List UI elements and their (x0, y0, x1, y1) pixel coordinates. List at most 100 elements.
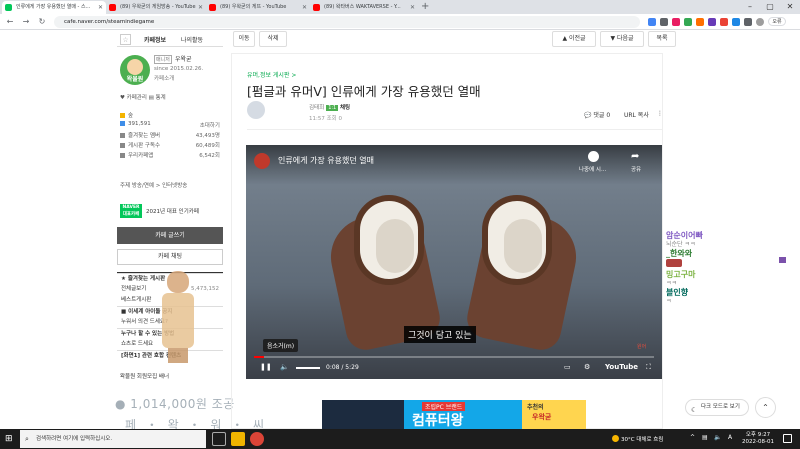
chrome-icon[interactable] (250, 432, 264, 446)
side-banner[interactable]: 왁물원 회원모집 배너 (120, 372, 226, 380)
windows-start-icon[interactable]: ⊞ (5, 434, 13, 444)
copy-url-button[interactable]: URL 복사 (624, 110, 649, 119)
video-title[interactable]: 인류에게 가장 유용했던 열매 (278, 155, 374, 166)
cafe-admin-links[interactable]: ♥ 카페관리 ▤ 통계 (120, 93, 166, 101)
mute-tooltip: 음소거(m) (263, 339, 299, 352)
volume-icon[interactable]: 🔈 (714, 434, 721, 441)
next-post-button[interactable]: ▼ 다음글 (600, 31, 644, 47)
browser-tab[interactable]: 인류에게 가장 유용했던 열매 - 스... ✕ (2, 1, 106, 14)
watch-later-label[interactable]: 나중에 시... (579, 165, 606, 173)
watch-later-icon[interactable] (588, 151, 599, 162)
new-tab-button[interactable]: + (421, 1, 429, 13)
tray-overflow-icon[interactable]: ^ (690, 434, 695, 441)
taskbar-clock[interactable]: 오후 9:27 2022-08-01 (742, 432, 774, 446)
naver-badge: NAVER 대표카페 (120, 204, 142, 218)
maximize-button[interactable]: ▢ (760, 0, 780, 14)
comment-count-button[interactable]: 💬 댓글 0 (584, 110, 610, 119)
cafe-logo[interactable]: 왁물원 (120, 55, 150, 85)
close-icon[interactable]: ✕ (410, 1, 415, 14)
close-icon[interactable]: ✕ (302, 1, 307, 14)
manager-name[interactable]: 우왁굳 (175, 54, 192, 63)
fullscreen-icon[interactable]: ⛶ (646, 363, 651, 372)
browser-tab[interactable]: (89) 왁타버스 WAKTAVERSE - Y... ✕ (310, 1, 418, 14)
minimize-button[interactable]: – (740, 0, 760, 14)
share-label[interactable]: 공유 (631, 165, 641, 173)
author-info[interactable]: 김태희 1:1 채팅 (309, 103, 350, 111)
video-subtitle: 그것이 담고 있는 (404, 326, 476, 343)
cafe-since: since 2015.02.26. (154, 66, 204, 72)
back-icon[interactable]: ← (4, 16, 16, 28)
star-icon[interactable]: ☆ (120, 34, 131, 45)
extension-icon[interactable] (708, 18, 716, 26)
cafe-stats: 숲 391,591 초대하기 즐겨찾는 멤버 43,493명 게시판 구독수 60,4… (120, 111, 220, 161)
move-button[interactable]: 이동 (233, 31, 255, 47)
extension-icon[interactable] (684, 18, 692, 26)
close-icon[interactable]: ✕ (98, 1, 103, 14)
tab-cafe-info[interactable]: 카페정보 (144, 35, 166, 44)
extension-icon[interactable] (732, 18, 740, 26)
character-sticker (158, 271, 198, 363)
youtube-icon (109, 4, 116, 11)
network-icon[interactable]: ▤ (702, 434, 708, 441)
youtube-player[interactable]: 인류에게 가장 유용했던 열매 나중에 시... ➦ 공유 그것이 담고 있는 … (246, 145, 662, 379)
chat-username: _한와와 (666, 249, 693, 258)
cafe-chat-button[interactable]: 카페 채팅 (117, 249, 223, 265)
cafe-intro-link[interactable]: 카페소개 (154, 74, 174, 82)
extension-icon[interactable] (696, 18, 704, 26)
chat-badge-icon (779, 257, 786, 263)
list-button[interactable]: 목록 (648, 31, 676, 47)
close-window-button[interactable]: ✕ (780, 0, 800, 14)
reload-icon[interactable]: ↻ (36, 16, 48, 28)
share-icon[interactable]: ➦ (631, 151, 639, 162)
article-title: [펌글과 유머ᐯ] 인류에게 가장 유용했던 열매 (247, 84, 481, 99)
subtitles-icon[interactable]: ▭ (564, 363, 571, 371)
board-category-link[interactable]: 유머,정보 게시판 > (247, 70, 296, 79)
address-bar[interactable]: cafe.naver.com/steamindiegame (54, 16, 640, 28)
chat-message (666, 259, 746, 270)
tab-my-activity[interactable]: 나의활동 (181, 35, 203, 44)
invite-button[interactable]: 초대하기 (200, 121, 220, 129)
notification-icon[interactable] (783, 434, 792, 443)
stat-row: 391,591 초대하기 (120, 121, 220, 131)
prev-post-button[interactable]: ▲ 이전글 (552, 31, 596, 47)
write-post-button[interactable]: 카페 글쓰기 (117, 227, 223, 244)
extension-icon[interactable] (672, 18, 680, 26)
browser-tab[interactable]: (89) 우왁굳의 게뜨 - YouTube ✕ (206, 1, 310, 14)
volume-slider[interactable] (296, 367, 320, 369)
extension-icon[interactable] (648, 18, 656, 26)
taskbar-search[interactable]: ⌕ 검색하려면 여기에 입력하십시오. (20, 430, 206, 448)
forward-icon[interactable]: → (20, 16, 32, 28)
settings-icon[interactable]: ⚙ (584, 363, 590, 371)
youtube-logo[interactable]: YouTube (605, 363, 638, 371)
chat-username: 암순이어빠 (666, 231, 703, 240)
page: ☆ 카페정보 나의활동 왁물원 매니저 우왁굳 since 2015.02.26… (0, 31, 800, 429)
donation-overlay: ● 1,014,000원 조공 (115, 397, 235, 411)
file-explorer-icon[interactable] (231, 432, 245, 446)
puzzle-icon[interactable] (744, 18, 752, 26)
corner-text: 원어 (637, 344, 647, 350)
more-options-button[interactable]: ⋮ (657, 110, 663, 117)
delete-button[interactable]: 삭제 (259, 31, 287, 47)
close-icon[interactable]: ✕ (198, 1, 203, 14)
browser-tab[interactable]: (89) 우왁굳의 게임방송 - YouTube ✕ (106, 1, 206, 14)
extension-icon[interactable] (660, 18, 668, 26)
avatar[interactable] (756, 18, 764, 26)
scroll-to-top-button[interactable]: ⌃ (755, 397, 776, 418)
channel-avatar[interactable] (254, 153, 270, 169)
ad-banner[interactable]: 조립PC 브랜드 컴퓨터왕 추천의 우왁굳 (322, 400, 586, 429)
cafe-award: 2021년 대표 인기카페 (146, 209, 199, 215)
windows-taskbar: ⊞ ⌕ 검색하려면 여기에 입력하십시오. 30°C 대체로 흐림 ^ ▤ 🔈 … (0, 429, 800, 449)
chat-username: 밍고구마 (666, 270, 696, 279)
weather-text[interactable]: 30°C 대체로 흐림 (621, 435, 663, 443)
stat-row: 게시판 구독수 60,489회 (120, 141, 220, 151)
author-avatar[interactable] (247, 101, 265, 119)
video-progress-bar[interactable] (254, 356, 654, 358)
ime-indicator[interactable]: A (728, 434, 732, 441)
volume-icon[interactable]: 🔈 (280, 363, 289, 371)
task-view-icon[interactable] (212, 432, 226, 446)
video-time: 0:08 / 5:29 (326, 364, 359, 371)
profile-button[interactable]: 오류 (768, 17, 786, 26)
pause-icon[interactable]: ❚❚ (260, 363, 272, 371)
dark-mode-button[interactable]: ☾ 다크 모드로 보기 (685, 399, 749, 416)
extension-icon[interactable] (720, 18, 728, 26)
